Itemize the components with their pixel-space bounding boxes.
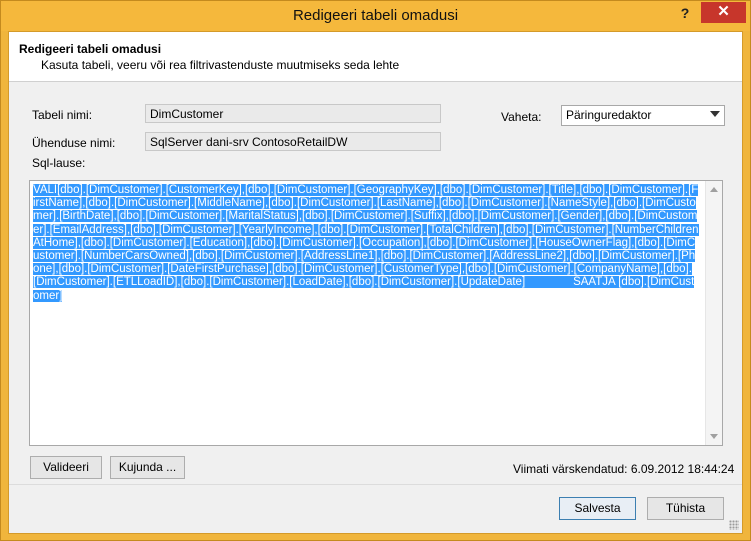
title-bar[interactable]: Redigeeri tabeli omadusi ? ✕	[1, 1, 750, 31]
connection-name-field: SqlServer dani-srv ContosoRetailDW	[145, 132, 441, 151]
dialog-window: Redigeeri tabeli omadusi ? ✕ Redigeeri t…	[0, 0, 751, 541]
sql-label: Sql-lause:	[32, 156, 86, 170]
dialog-body: Redigeeri tabeli omadusi Kasuta tabeli, …	[8, 31, 743, 534]
switch-dropdown-value: Päringuredaktor	[566, 108, 652, 122]
sql-text-selection: VALI[dbo].[DimCustomer].[CustomerKey],[d…	[33, 184, 699, 302]
table-name-label: Tabeli nimi:	[32, 108, 93, 122]
window-title: Redigeeri tabeli omadusi	[292, 7, 459, 24]
chevron-down-icon	[710, 111, 720, 117]
header-title: Redigeeri tabeli omadusi	[19, 42, 162, 56]
cancel-button[interactable]: Tühista	[647, 497, 724, 520]
header-band: Redigeeri tabeli omadusi Kasuta tabeli, …	[9, 32, 742, 82]
help-button[interactable]: ?	[671, 2, 699, 24]
connection-name-label: Ühenduse nimi:	[32, 136, 116, 150]
sql-scrollbar[interactable]	[705, 181, 722, 445]
scroll-down-icon[interactable]	[710, 434, 718, 439]
table-name-field: DimCustomer	[145, 104, 441, 123]
switch-label: Vaheta:	[501, 110, 542, 124]
save-button[interactable]: Salvesta	[559, 497, 636, 520]
header-subtitle: Kasuta tabeli, veeru või rea filtrivaste…	[41, 58, 400, 72]
last-refreshed-status: Viimati värskendatud: 6.09.2012 18:44:24	[513, 462, 735, 476]
sql-textarea[interactable]: VALI[dbo].[DimCustomer].[CustomerKey],[d…	[29, 180, 723, 446]
resize-grip-icon[interactable]	[729, 520, 739, 530]
switch-dropdown[interactable]: Päringuredaktor	[561, 105, 725, 126]
scroll-up-icon[interactable]	[710, 187, 718, 192]
design-button[interactable]: Kujunda ...	[110, 456, 185, 479]
close-icon: ✕	[717, 3, 730, 20]
dialog-footer: Salvesta Tühista	[9, 484, 742, 533]
close-button[interactable]: ✕	[701, 2, 746, 23]
validate-button[interactable]: Valideeri	[30, 456, 102, 479]
